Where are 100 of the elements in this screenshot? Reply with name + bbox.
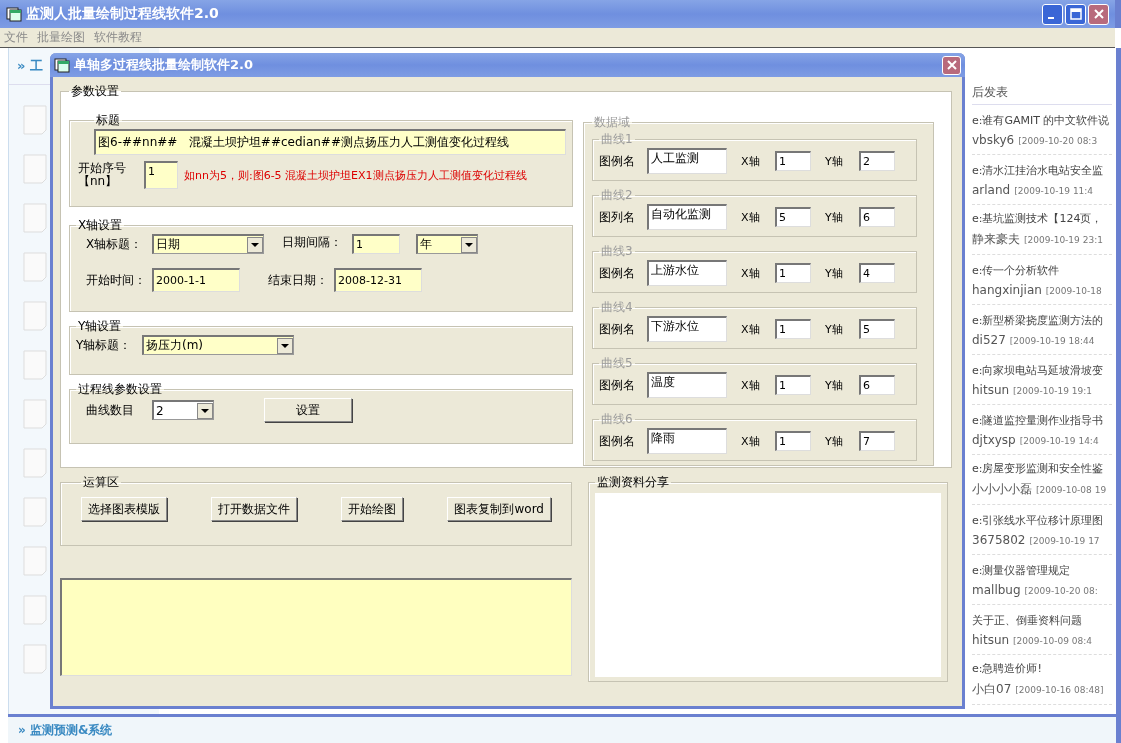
- x-column-field[interactable]: 1: [775, 431, 811, 451]
- author-link[interactable]: hitsun: [972, 382, 1010, 397]
- x-column-field[interactable]: 1: [775, 375, 811, 395]
- minimize-button[interactable]: [1042, 3, 1063, 25]
- group-legend: 标题: [94, 112, 122, 129]
- group-legend: 监测资料分享: [595, 474, 671, 491]
- post-title-link[interactable]: e:引张线水平位移计原理图: [972, 512, 1112, 528]
- author-link[interactable]: 小白07: [972, 681, 1012, 698]
- post-title-link[interactable]: e:谁有GAMIT 的中文软件说: [972, 112, 1112, 128]
- group-legend: X轴设置: [76, 217, 125, 234]
- section-header: » 监测预测&系统: [18, 721, 113, 739]
- field-label: X轴: [741, 209, 761, 225]
- y-column-field[interactable]: 4: [859, 263, 895, 283]
- post-title-link[interactable]: e:新型桥梁挠度监测方法的: [972, 312, 1112, 328]
- field-label: Y轴: [825, 321, 844, 337]
- document-icon: [23, 154, 47, 184]
- close-icon: [1092, 8, 1105, 20]
- x-column-field[interactable]: 1: [775, 319, 811, 339]
- post-title-link[interactable]: e:测量仪器管理规定: [972, 562, 1112, 578]
- minimize-icon: [1047, 16, 1054, 19]
- legend-name-field[interactable]: 下游水位: [647, 316, 727, 342]
- field-label: 图例名: [599, 264, 636, 282]
- author-link[interactable]: hangxinjian: [972, 282, 1042, 297]
- author-link[interactable]: hitsun: [972, 632, 1010, 647]
- author-link[interactable]: djtxysp: [972, 432, 1016, 447]
- post-title-link[interactable]: e:基坑监测技术【124页，: [972, 211, 1112, 226]
- field-label: 图例名: [599, 152, 636, 170]
- close-button[interactable]: [1088, 3, 1109, 25]
- group-legend: 曲线6: [599, 411, 635, 428]
- document-icon: [23, 105, 47, 135]
- field-label: 结束日期：: [268, 271, 328, 289]
- document-icon: [23, 595, 47, 625]
- action-button[interactable]: 图表复制到word: [447, 497, 551, 521]
- x-column-field[interactable]: 1: [775, 151, 811, 171]
- x-column-field[interactable]: 5: [775, 207, 811, 227]
- document-icon: [23, 546, 47, 576]
- author-link[interactable]: arland: [972, 182, 1011, 197]
- group-legend: 运算区: [81, 474, 121, 491]
- title-input-field[interactable]: 图6-##nn## 混凝土坝护坦##cedian##测点扬压力人工测值变化过程线: [94, 129, 566, 155]
- close-icon: [945, 59, 958, 71]
- x-column-field[interactable]: 1: [775, 263, 811, 283]
- field-label: 图例名: [599, 320, 636, 338]
- y-column-field[interactable]: 2: [859, 151, 895, 171]
- field-label: 图例名: [599, 432, 636, 450]
- y-column-field[interactable]: 6: [859, 207, 895, 227]
- post-title-link[interactable]: e:向家坝电站马延坡滑坡变: [972, 362, 1112, 378]
- author-link[interactable]: di527: [972, 332, 1006, 347]
- log-text-area[interactable]: [60, 578, 572, 676]
- action-button[interactable]: 打开数据文件: [211, 497, 298, 521]
- legend-name-field[interactable]: 上游水位: [647, 260, 727, 286]
- post-title-link[interactable]: e:隧道监控量测作业指导书: [972, 412, 1112, 428]
- start-date-field[interactable]: 2000-1-1: [152, 268, 240, 292]
- field-label: Y轴: [825, 265, 844, 281]
- author-link[interactable]: 3675802: [972, 532, 1026, 547]
- y-column-field[interactable]: 7: [859, 431, 895, 451]
- field-label: Y轴: [825, 433, 844, 449]
- post-time: [2009-10-19 19:1: [1013, 385, 1092, 396]
- author-link[interactable]: 小小小小磊: [972, 481, 1032, 498]
- post-title-link[interactable]: e:房屋变形监测和安全性鉴: [972, 461, 1112, 476]
- action-button[interactable]: 开始绘图: [341, 497, 404, 521]
- post-time: [2009-10-20 08:: [1024, 585, 1098, 596]
- interval-input-field[interactable]: 1: [352, 234, 400, 254]
- post-title-link[interactable]: e:急聘造价师!: [972, 661, 1112, 676]
- post-title-link[interactable]: 关于正、倒垂资料问题: [972, 612, 1112, 628]
- author-link[interactable]: 静来豪夫: [972, 231, 1020, 248]
- document-icon: [23, 301, 47, 331]
- maximize-icon: [1069, 8, 1082, 20]
- field-label: X轴: [741, 265, 761, 281]
- document-icon: [23, 644, 47, 674]
- legend-name-field[interactable]: 温度: [647, 372, 727, 398]
- end-date-field[interactable]: 2008-12-31: [334, 268, 422, 292]
- action-button[interactable]: 选择图表模版: [81, 497, 167, 521]
- field-label: X轴: [741, 321, 761, 337]
- field-label: 图列名: [599, 208, 636, 226]
- y-title-dropdown[interactable]: 扬压力(m): [142, 335, 294, 355]
- author-link[interactable]: mallbug: [972, 582, 1021, 597]
- post-time: [2009-10-18: [1045, 285, 1102, 296]
- post-time: [2009-10-08 19: [1036, 485, 1107, 495]
- field-label: 图例名: [599, 376, 636, 394]
- sequence-input-field[interactable]: 1: [144, 161, 178, 189]
- field-label: 曲线数目: [85, 401, 135, 419]
- post-title-link[interactable]: e:清水江挂治水电站安全监: [972, 162, 1112, 178]
- post-title-link[interactable]: e:传一个分析软件: [972, 262, 1112, 278]
- legend-name-field[interactable]: 人工监测: [647, 148, 727, 174]
- author-link[interactable]: vbsky6: [972, 132, 1015, 147]
- y-column-field[interactable]: 6: [859, 375, 895, 395]
- settings-button[interactable]: 设置: [264, 398, 352, 422]
- post-time: [2009-10-19 18:44: [1009, 335, 1095, 346]
- close-button[interactable]: [942, 55, 961, 75]
- x-title-dropdown[interactable]: 日期: [152, 234, 264, 254]
- curve-count-dropdown[interactable]: 2: [152, 400, 214, 420]
- window-title: 监测人批量绘制过程线软件2.0: [26, 5, 219, 23]
- y-column-field[interactable]: 5: [859, 319, 895, 339]
- window-app-icon: [54, 57, 70, 73]
- unit-dropdown[interactable]: 年: [416, 234, 478, 254]
- group-legend: Y轴设置: [76, 318, 124, 335]
- maximize-button[interactable]: [1065, 3, 1086, 25]
- legend-name-field[interactable]: 自动化监测: [647, 204, 727, 230]
- legend-name-field[interactable]: 降雨: [647, 428, 727, 454]
- document-icon: [23, 448, 47, 478]
